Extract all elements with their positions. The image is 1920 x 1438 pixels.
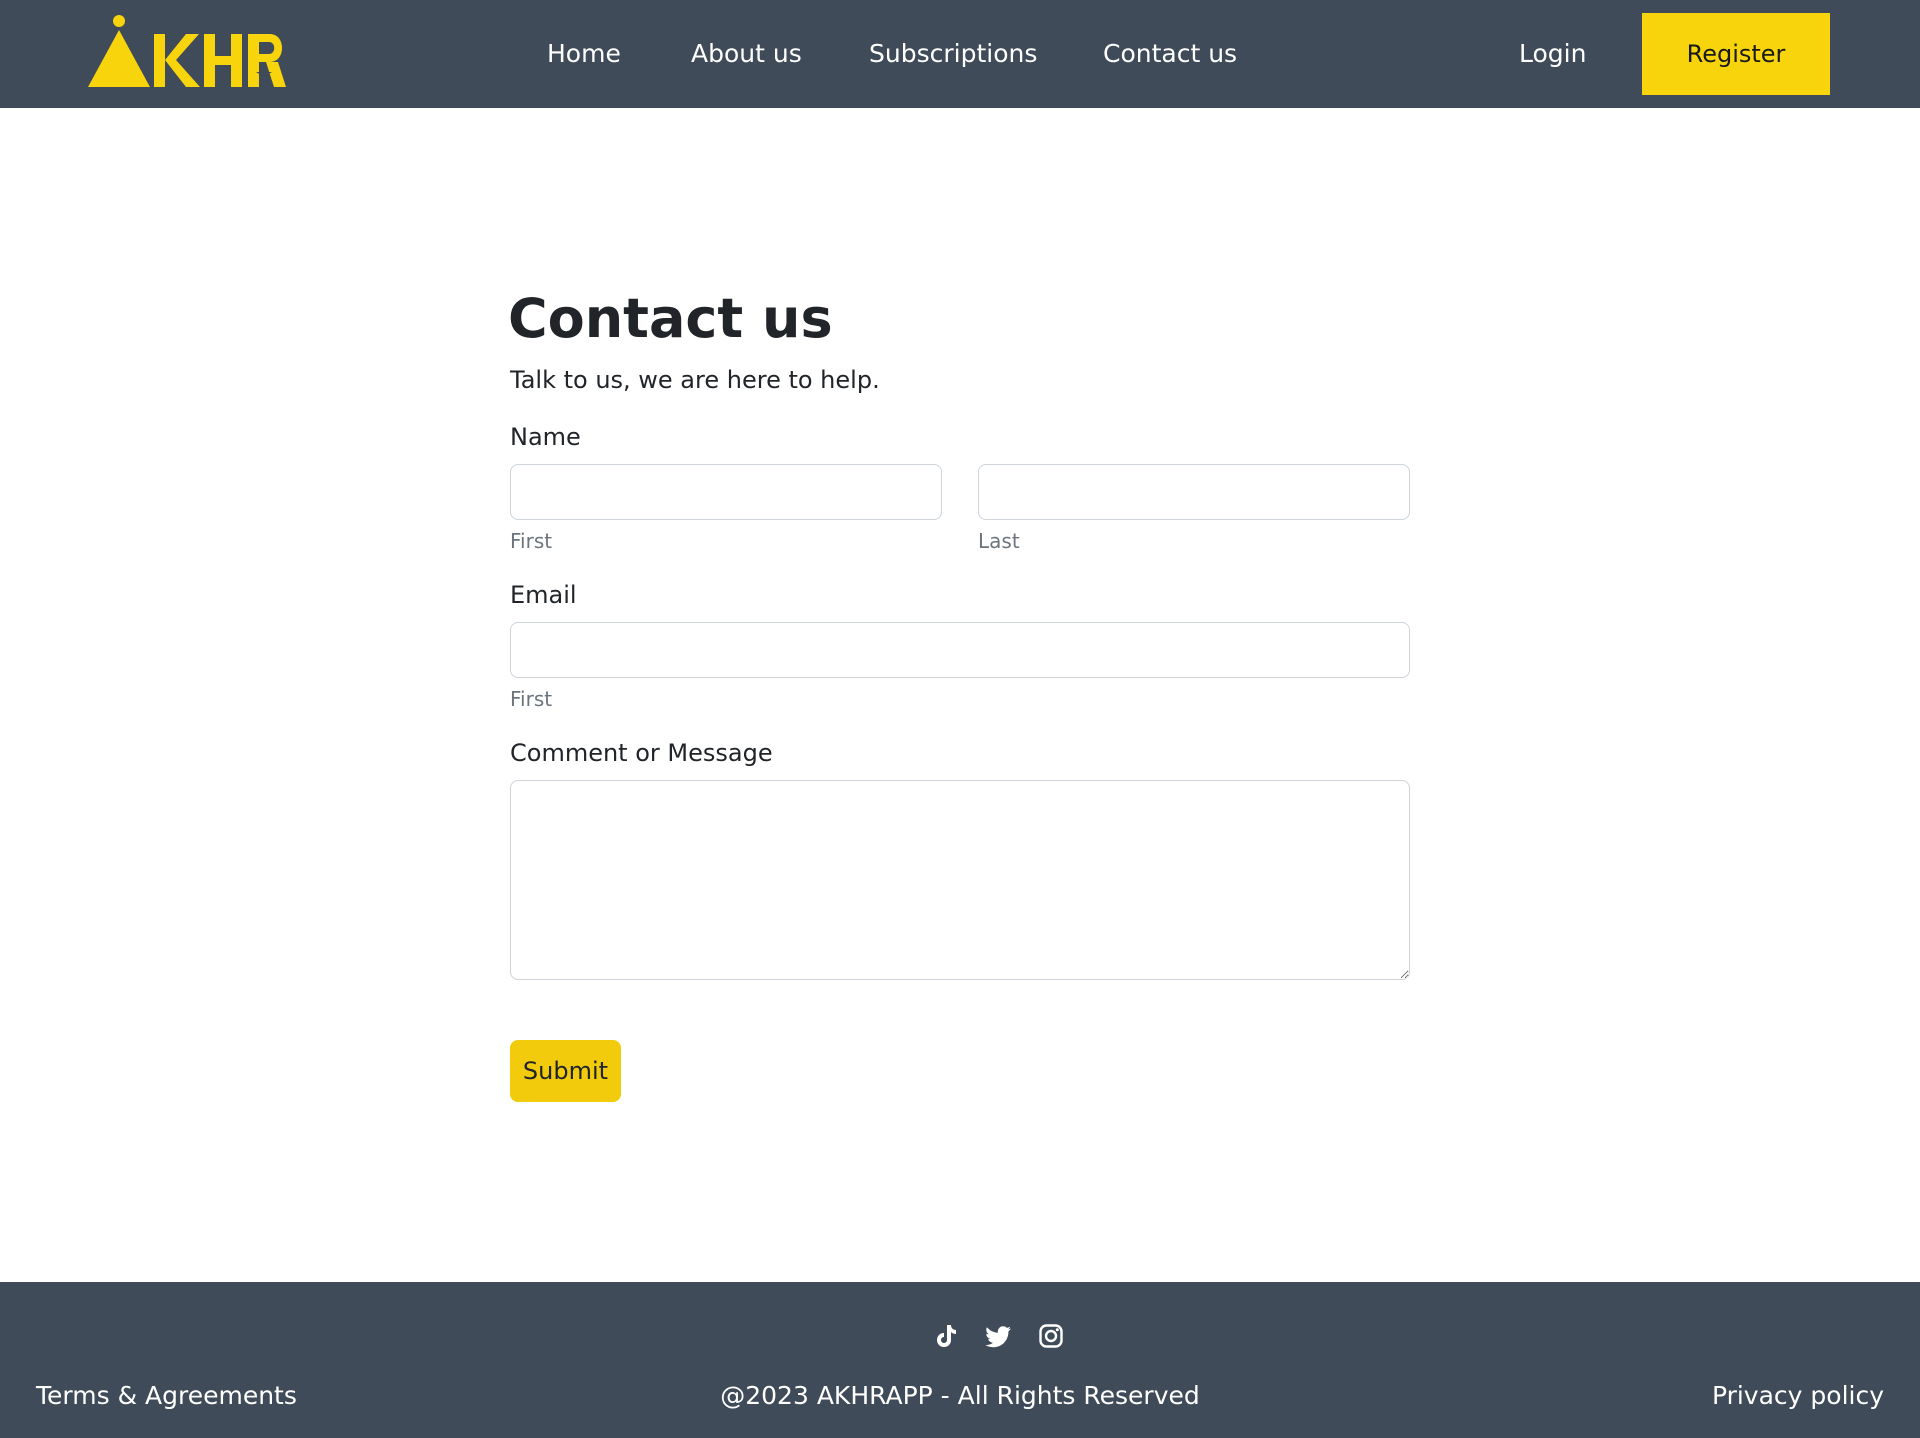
site-header: Home About us Subscriptions Contact us L… <box>0 0 1920 108</box>
nav-about-us[interactable]: About us <box>691 38 802 70</box>
first-name-sublabel: First <box>510 529 553 553</box>
email-sublabel: First <box>510 687 553 711</box>
last-name-input[interactable] <box>978 464 1410 520</box>
first-name-input[interactable] <box>510 464 942 520</box>
email-label: Email <box>510 581 577 609</box>
nav-home[interactable]: Home <box>547 38 621 70</box>
submit-button[interactable]: Submit <box>510 1040 621 1102</box>
email-input[interactable] <box>510 622 1410 678</box>
nav-contact-us[interactable]: Contact us <box>1103 38 1237 70</box>
message-textarea[interactable] <box>510 780 1410 980</box>
copyright-text: @2023 AKHRAPP - All Rights Reserved <box>720 1381 1200 1410</box>
privacy-policy-link[interactable]: Privacy policy <box>1712 1380 1884 1412</box>
tiktok-icon[interactable] <box>932 1322 960 1350</box>
page-subtitle: Talk to us, we are here to help. <box>510 366 880 394</box>
akhr-logo[interactable] <box>88 14 288 92</box>
instagram-icon[interactable] <box>1037 1322 1065 1350</box>
register-button[interactable]: Register <box>1642 13 1830 95</box>
page-title: Contact us <box>508 287 833 350</box>
login-link[interactable]: Login <box>1519 38 1586 70</box>
last-name-sublabel: Last <box>978 529 1020 553</box>
twitter-icon[interactable] <box>985 1322 1013 1350</box>
nav-subscriptions[interactable]: Subscriptions <box>869 38 1037 70</box>
site-footer: Terms & Agreements @2023 AKHRAPP - All R… <box>0 1282 1920 1438</box>
name-label: Name <box>510 423 581 451</box>
social-links <box>0 1322 1920 1352</box>
message-label: Comment or Message <box>510 739 773 767</box>
